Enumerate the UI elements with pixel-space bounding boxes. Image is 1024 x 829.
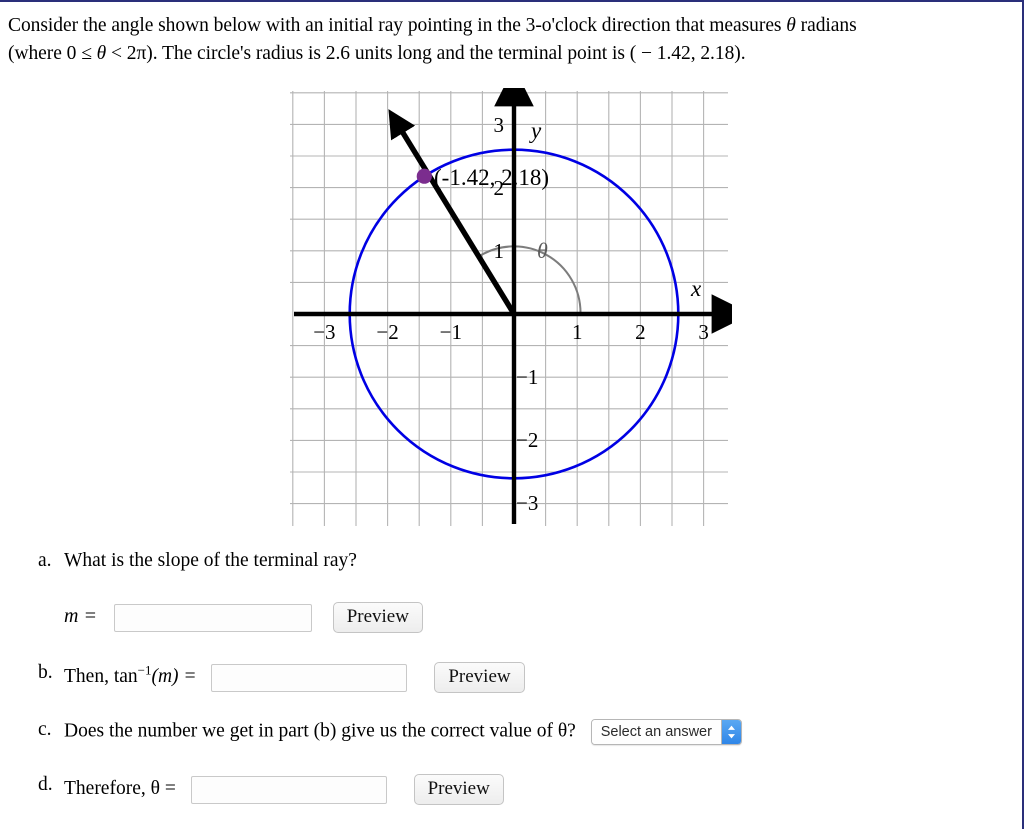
prompt-lt-symbol: < bbox=[111, 42, 122, 64]
graph-svg: −3 −2 −1 1 2 3 3 2 1 −1 −2 −3 x y θ (-1.… bbox=[290, 88, 732, 526]
x-tick--3: −3 bbox=[313, 320, 335, 344]
part-b-question-post: (m) = bbox=[151, 666, 197, 688]
part-b-question-pre: Then, tan bbox=[64, 666, 138, 688]
part-b-preview-button[interactable]: Preview bbox=[434, 662, 525, 694]
prompt-line2-part2: 2π). The circle's radius is 2.6 units lo… bbox=[121, 42, 746, 64]
part-c-row: Does the number we get in part (b) give … bbox=[64, 719, 742, 745]
theta-symbol-inline: θ bbox=[786, 15, 796, 36]
part-a-preview-button[interactable]: Preview bbox=[332, 602, 423, 634]
chevron-updown-icon[interactable] bbox=[720, 720, 741, 744]
y-tick-1: 1 bbox=[494, 239, 505, 263]
part-a-letter: a. bbox=[38, 550, 52, 571]
prompt-line1-part2: radians bbox=[795, 15, 857, 36]
part-b-row: Then, tan−1(m) = Preview bbox=[64, 662, 525, 694]
prompt-theta-2: θ bbox=[91, 42, 112, 64]
prompt-line1-part1: Consider the angle shown below with an i… bbox=[8, 15, 787, 36]
part-c-question: Does the number we get in part (b) give … bbox=[64, 720, 576, 742]
part-d-preview-button[interactable]: Preview bbox=[413, 774, 504, 806]
theta-arc-label: θ bbox=[537, 238, 548, 263]
part-a-input[interactable] bbox=[113, 603, 312, 632]
part-d-input[interactable] bbox=[190, 775, 387, 804]
x-tick-2: 2 bbox=[635, 320, 646, 344]
part-c-select[interactable]: Select an answer bbox=[590, 719, 742, 745]
coordinate-plane-graph: −3 −2 −1 1 2 3 3 2 1 −1 −2 −3 x y θ (-1.… bbox=[288, 88, 732, 532]
part-a-m-label: m = bbox=[64, 605, 97, 628]
x-tick--1: −1 bbox=[440, 320, 462, 344]
part-c-letter: c. bbox=[38, 719, 52, 740]
terminal-point-label: (-1.42, 2.18) bbox=[434, 165, 549, 190]
y-tick--1: −1 bbox=[516, 365, 538, 389]
problem-statement: Consider the angle shown below with an i… bbox=[8, 12, 1008, 67]
y-tick--3: −3 bbox=[516, 491, 538, 515]
part-b-exponent: −1 bbox=[137, 662, 152, 678]
part-a-answer-row: m = Preview bbox=[64, 602, 423, 634]
part-c-select-value: Select an answer bbox=[591, 720, 721, 744]
prompt-line2-part1: (where 0 bbox=[8, 42, 82, 64]
y-tick-3: 3 bbox=[494, 113, 505, 137]
y-tick-labels-negative: −1 −2 −3 bbox=[516, 365, 538, 515]
part-b-letter: b. bbox=[38, 662, 53, 683]
part-d-row: Therefore, θ = Preview bbox=[64, 774, 504, 806]
part-d-letter: d. bbox=[38, 774, 53, 795]
y-axis-label: y bbox=[529, 118, 542, 143]
part-d-question: Therefore, θ = bbox=[64, 778, 176, 800]
terminal-point-marker bbox=[416, 168, 432, 184]
x-axis-label: x bbox=[690, 276, 702, 301]
x-tick-1: 1 bbox=[572, 320, 583, 344]
x-tick-labels: −3 −2 −1 1 2 3 bbox=[313, 320, 709, 344]
part-a-question: What is the slope of the terminal ray? bbox=[64, 550, 357, 571]
page-container: Consider the angle shown below with an i… bbox=[0, 0, 1024, 829]
prompt-le-symbol: ≤ bbox=[81, 42, 92, 64]
x-tick--2: −2 bbox=[376, 320, 398, 344]
x-tick-3: 3 bbox=[698, 320, 709, 344]
y-tick--2: −2 bbox=[516, 428, 538, 452]
part-b-input[interactable] bbox=[211, 663, 408, 692]
